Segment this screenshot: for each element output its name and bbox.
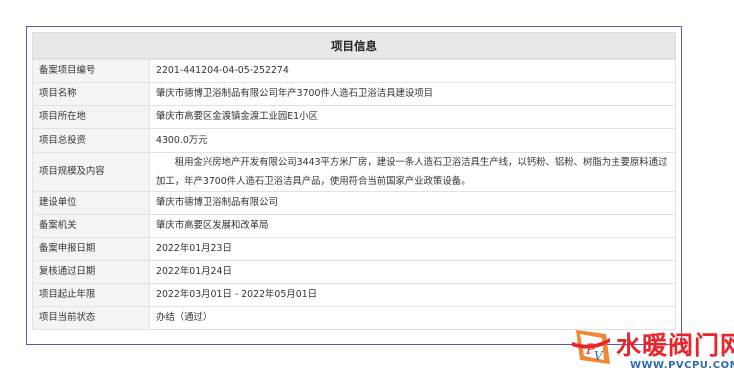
table-row: 项目总投资 4300.0万元: [32, 128, 676, 153]
row-value: 肇庆市高要区发展和改革局: [149, 214, 676, 238]
row-label: 项目规模及内容: [32, 152, 150, 192]
table-row: 项目所在地 肇庆市高要区金渡镇金渡工业园E1小区: [32, 105, 676, 129]
row-label: 项目当前状态: [32, 306, 150, 330]
watermark-url: WWW.PVCPU.COM: [630, 360, 734, 371]
project-info-table: 备案项目编号 2201-441204-04-05-252274 项目名称 肇庆市…: [32, 59, 676, 330]
row-label: 备案机关: [32, 214, 150, 238]
row-value: 肇庆市高要区金渡镇金渡工业园E1小区: [149, 105, 676, 129]
table-row: 建设单位 肇庆市德博卫浴制品有限公司: [32, 191, 676, 215]
row-value: 肇庆市德博卫浴制品有限公司: [149, 191, 676, 215]
row-label: 项目总投资: [32, 128, 150, 153]
row-value: 4300.0万元: [149, 128, 676, 153]
table-row: 复核通过日期 2022年01月24日: [32, 260, 676, 284]
svg-text:V: V: [594, 349, 604, 363]
row-value: 2022年01月23日: [149, 237, 676, 261]
panel-title: 项目信息: [32, 32, 676, 59]
row-value: 租用金兴房地产开发有限公司3443平方米厂房，建设一条人造石卫浴洁具生产线，以钙…: [149, 152, 676, 192]
site-watermark: P V 水暖阀门网 WWW.PVCPU.COM: [566, 320, 734, 378]
row-label: 项目起止年限: [32, 283, 150, 307]
row-value: 肇庆市德博卫浴制品有限公司年产3700件人造石卫浴洁具建设项目: [149, 82, 676, 106]
row-value: 2022年01月24日: [149, 260, 676, 284]
row-value: 2201-441204-04-05-252274: [149, 59, 676, 83]
table-row: 备案机关 肇庆市高要区发展和改革局: [32, 214, 676, 238]
row-label: 项目名称: [32, 82, 150, 106]
row-label: 备案项目编号: [32, 59, 150, 83]
row-label: 项目所在地: [32, 105, 150, 129]
table-row: 项目起止年限 2022年03月01日 - 2022年05月01日: [32, 283, 676, 307]
pv-logo-icon: P V: [572, 330, 610, 364]
watermark-text: 水暖阀门网: [616, 331, 734, 360]
row-label: 建设单位: [32, 191, 150, 215]
table-row: 项目名称 肇庆市德博卫浴制品有限公司年产3700件人造石卫浴洁具建设项目: [32, 82, 676, 106]
row-label: 备案申报日期: [32, 237, 150, 261]
row-value: 2022年03月01日 - 2022年05月01日: [149, 283, 676, 307]
table-row: 项目规模及内容 租用金兴房地产开发有限公司3443平方米厂房，建设一条人造石卫浴…: [32, 152, 676, 192]
row-label: 复核通过日期: [32, 260, 150, 284]
table-row: 备案申报日期 2022年01月23日: [32, 237, 676, 261]
project-info-panel: 项目信息 备案项目编号 2201-441204-04-05-252274 项目名…: [26, 26, 682, 345]
table-row: 备案项目编号 2201-441204-04-05-252274: [32, 59, 676, 83]
